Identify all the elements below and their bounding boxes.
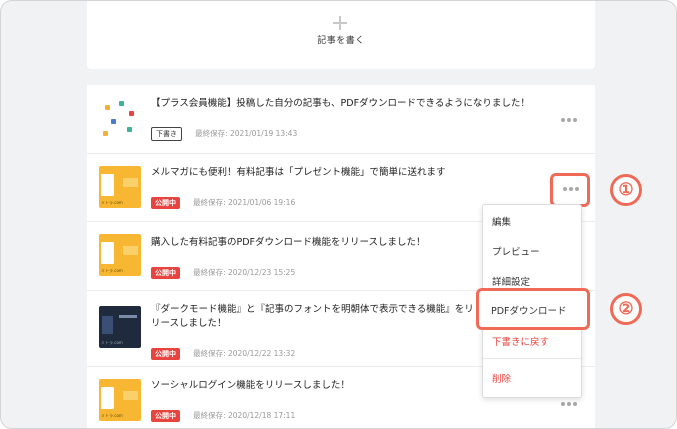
last-saved: 最終保存: 2020/12/18 17:11 [193, 411, 296, 420]
last-saved: 最終保存: 2021/01/19 13:43 [195, 129, 298, 138]
more-options-icon[interactable] [561, 118, 577, 124]
status-badge: 公開中 [151, 409, 180, 422]
menu-divider [483, 358, 581, 359]
article-title[interactable]: メルマガにも便利！有料記事は「プレゼント機能」で簡単に送れます [151, 166, 446, 180]
menu-item-delete[interactable]: 削除 [492, 371, 511, 385]
article-meta: 公開中 最終保存: 2020/12/18 17:11 [151, 405, 296, 422]
article-row[interactable]: 【プラス会員機能】投稿した自分の記事も、PDFダウンロードできるようになりました… [87, 85, 595, 153]
article-thumbnail [99, 97, 141, 139]
status-badge: 公開中 [151, 347, 180, 360]
write-article-button[interactable]: 記事を書く [87, 1, 595, 69]
last-saved: 最終保存: 2020/12/22 13:32 [193, 349, 296, 358]
article-title[interactable]: 『ダークモード機能』と『記事のフォントを明朝体で表示できる機能』をリリースしまし… [151, 303, 481, 331]
article-thumbnail: ミトラ.com [99, 166, 141, 208]
status-badge: 公開中 [151, 196, 180, 209]
plus-icon [333, 16, 347, 30]
last-saved: 最終保存: 2021/01/06 19:16 [193, 198, 296, 207]
article-meta: 下書き 最終保存: 2021/01/19 13:43 [151, 123, 298, 141]
screenshot-frame: 記事を書く 【プラス会員機能】投稿した自分の記事も、PDFダウンロードできるよう… [0, 0, 677, 429]
step-marker-2: ② [610, 293, 642, 325]
status-badge: 公開中 [151, 266, 180, 279]
last-saved: 最終保存: 2020/12/23 15:25 [193, 268, 296, 277]
article-title[interactable]: 【プラス会員機能】投稿した自分の記事も、PDFダウンロードできるようになりました… [151, 97, 530, 111]
write-article-label: 記事を書く [317, 36, 365, 46]
status-badge: 下書き [151, 126, 182, 141]
menu-item-preview[interactable]: プレビュー [492, 244, 540, 258]
article-meta: 公開中 最終保存: 2020/12/23 15:25 [151, 262, 296, 279]
menu-item-revert-draft[interactable]: 下書きに戻す [492, 334, 549, 348]
article-thumbnail: ミトラ.com [99, 306, 141, 348]
menu-item-pdf-label: PDFダウンロード [491, 306, 567, 317]
more-options-button-highlighted[interactable] [550, 173, 590, 207]
menu-item-settings[interactable]: 詳細設定 [492, 274, 530, 288]
more-options-icon [563, 187, 579, 193]
article-title[interactable]: ソーシャルログイン機能をリリースしました！ [151, 379, 350, 393]
article-thumbnail: ミトラ.com [99, 379, 141, 421]
menu-item-pdf-download[interactable]: PDFダウンロード [476, 288, 590, 330]
article-title[interactable]: 購入した有料記事のPDFダウンロード機能をリリースしました！ [151, 236, 426, 250]
article-meta: 公開中 最終保存: 2020/12/22 13:32 [151, 343, 296, 360]
article-thumbnail: ミトラ.com [99, 234, 141, 276]
menu-item-edit[interactable]: 編集 [492, 214, 511, 228]
more-options-icon[interactable] [561, 402, 577, 408]
step-marker-1: ① [610, 174, 642, 206]
article-meta: 公開中 最終保存: 2021/01/06 19:16 [151, 192, 296, 209]
